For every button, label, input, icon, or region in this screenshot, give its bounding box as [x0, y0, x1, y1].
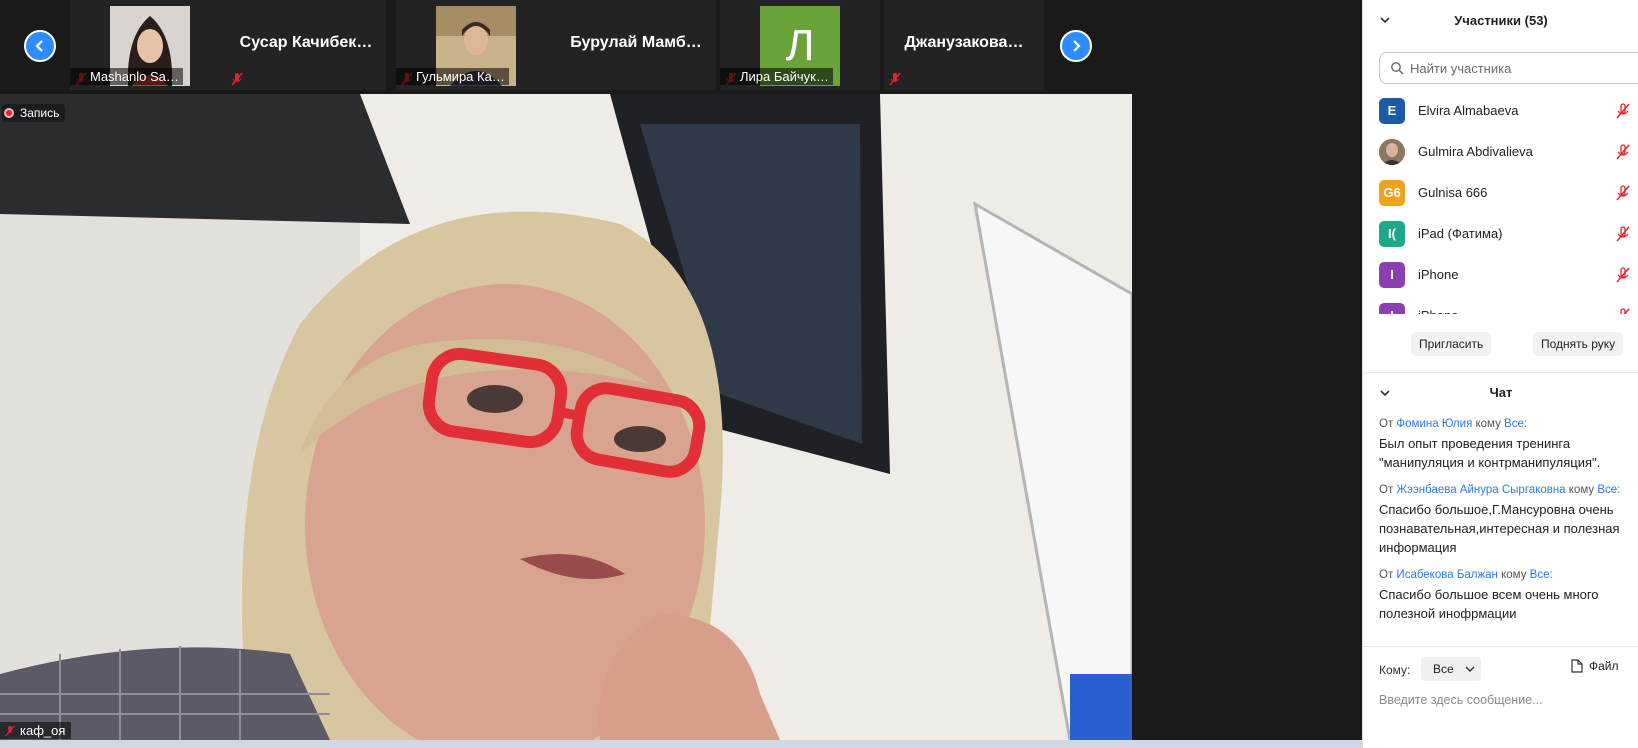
- participant-avatar: I(: [1379, 220, 1405, 247]
- muted-mic-icon[interactable]: [1615, 307, 1631, 315]
- recipient-select[interactable]: Все: [1421, 657, 1481, 681]
- chevron-down-icon: [1465, 666, 1475, 672]
- from-prefix: От: [1379, 418, 1394, 430]
- participant-name: Сусар Качибек…: [239, 34, 373, 51]
- muted-mic-icon: [5, 724, 15, 737]
- message-meta: От Исабекова Балжан кому Все:: [1379, 569, 1635, 581]
- message-sender[interactable]: Исабекова Балжан: [1396, 569, 1497, 581]
- chat-footer: Кому: Все Файл: [1363, 646, 1638, 748]
- participant-name: Лира Байчук…: [720, 68, 833, 85]
- message-recipient: Все:: [1529, 569, 1553, 581]
- from-prefix: От: [1379, 484, 1394, 496]
- participant-tile[interactable]: Mashanlo Sa…: [70, 0, 230, 90]
- participant-avatar: I: [1379, 261, 1405, 288]
- participant-row[interactable]: E Elvira Almabaeva: [1363, 90, 1638, 131]
- chevron-left-icon: [35, 40, 43, 52]
- message-text: Был опыт проведения тренинга "манипуляци…: [1379, 436, 1601, 470]
- muted-mic-icon[interactable]: [1615, 266, 1631, 283]
- participant-avatar: G6: [1379, 179, 1405, 206]
- participant-name: Gulnisa 666: [1418, 185, 1488, 200]
- muted-mic-icon[interactable]: [1615, 184, 1631, 201]
- to-prefix: кому: [1475, 418, 1501, 430]
- chat-header[interactable]: Чат: [1363, 372, 1638, 412]
- participant-name: iPad (Фатима): [1418, 226, 1503, 241]
- participant-avatar: E: [1379, 97, 1405, 124]
- speaker-name: каф_оя: [20, 723, 66, 738]
- to-label: Кому:: [1379, 663, 1411, 677]
- participant-row[interactable]: I iPhone: [1363, 295, 1638, 314]
- participant-name: Бурулай Мамб…: [570, 34, 702, 51]
- side-panel: Участники (53) E Elvira Almabaeva Gulmir…: [1362, 0, 1638, 748]
- message-text: Спасибо большое,Г.Мансуровна очень позна…: [1379, 502, 1620, 555]
- speaker-label: каф_оя: [0, 722, 72, 739]
- participant-tile[interactable]: Джанузакова…: [884, 0, 1044, 90]
- bottom-bar: [0, 740, 1362, 748]
- participant-row[interactable]: Gulmira Abdivalieva: [1363, 131, 1638, 172]
- recording-indicator: Запись: [2, 104, 66, 122]
- invite-button[interactable]: Пригласить: [1411, 332, 1492, 356]
- participant-tile[interactable]: Л Лира Байчук…: [720, 0, 880, 90]
- chat-messages: От Фомина Юлия кому Все: Был опыт провед…: [1379, 418, 1635, 635]
- message-sender[interactable]: Фомина Юлия: [1396, 418, 1472, 430]
- chat-message: От Фомина Юлия кому Все: Был опыт провед…: [1379, 418, 1635, 472]
- search-icon: [1391, 62, 1404, 75]
- participant-row[interactable]: I iPhone: [1363, 254, 1638, 295]
- chat-message: От Жээнбаева Айнура Сыргаковна кому Все:…: [1379, 484, 1635, 557]
- recording-label: Запись: [20, 106, 60, 120]
- chevron-right-icon: [1073, 40, 1081, 52]
- chevron-down-icon[interactable]: [1379, 14, 1391, 26]
- thumbnail-strip: Mashanlo Sa… Сусар Качибек… Гульмира Ка…: [0, 0, 1362, 92]
- participant-name: Elvira Almabaeva: [1418, 103, 1519, 118]
- next-page-button[interactable]: [1060, 30, 1092, 62]
- search-input[interactable]: [1410, 60, 1630, 76]
- participant-name: iPhone: [1418, 267, 1459, 282]
- participant-name: Gulmira Abdivalieva: [1418, 144, 1533, 159]
- chevron-down-icon[interactable]: [1379, 387, 1391, 399]
- file-icon: [1571, 659, 1583, 673]
- muted-mic-icon[interactable]: [1615, 143, 1631, 160]
- muted-mic-icon[interactable]: [1615, 225, 1631, 242]
- raise-hand-button[interactable]: Поднять руку: [1533, 332, 1624, 356]
- participant-row[interactable]: I( iPad (Фатима): [1363, 213, 1638, 254]
- previous-page-button[interactable]: [24, 30, 56, 62]
- file-label: Файл: [1589, 659, 1619, 673]
- participant-avatar: I: [1379, 302, 1405, 314]
- muted-mic-icon[interactable]: [1615, 102, 1631, 119]
- file-button[interactable]: Файл: [1571, 659, 1619, 673]
- active-speaker-video: [0, 94, 1132, 740]
- participant-name: Mashanlo Sa…: [70, 68, 183, 85]
- message-meta: От Жээнбаева Айнура Сыргаковна кому Все:: [1379, 484, 1635, 496]
- participant-avatar: [1379, 138, 1405, 165]
- participant-name: Джанузакова…: [904, 34, 1024, 51]
- message-meta: От Фомина Юлия кому Все:: [1379, 418, 1635, 430]
- participant-tile[interactable]: Бурулай Мамб…: [556, 0, 716, 90]
- message-recipient: Все:: [1504, 418, 1528, 430]
- message-text: Спасибо большое всем очень много полезно…: [1379, 587, 1599, 621]
- message-input[interactable]: [1379, 689, 1629, 711]
- message-sender[interactable]: Жээнбаева Айнура Сыргаковна: [1396, 484, 1565, 496]
- muted-mic-icon: [231, 72, 243, 86]
- participant-name: iPhone: [1418, 308, 1458, 314]
- participant-name: Гульмира Ка…: [396, 68, 509, 85]
- to-prefix: кому: [1568, 484, 1595, 496]
- video-area: Mashanlo Sa… Сусар Качибек… Гульмира Ка…: [0, 0, 1362, 748]
- chat-title: Чат: [1489, 385, 1513, 400]
- recipient-value: Все: [1433, 662, 1454, 676]
- participants-header[interactable]: Участники (53): [1363, 0, 1638, 40]
- to-prefix: кому: [1501, 569, 1527, 581]
- recording-icon: [4, 108, 14, 118]
- participant-row[interactable]: G6 Gulnisa 666: [1363, 172, 1638, 213]
- participant-tile[interactable]: Сусар Качибек…: [226, 0, 386, 90]
- from-prefix: От: [1379, 569, 1394, 581]
- participants-title: Участники (53): [1454, 12, 1548, 28]
- participant-list: E Elvira Almabaeva Gulmira Abdivalieva G…: [1363, 90, 1638, 314]
- muted-mic-icon: [889, 72, 901, 86]
- participant-tile[interactable]: Гульмира Ка…: [396, 0, 556, 90]
- message-recipient: Все:: [1597, 484, 1621, 496]
- participant-search[interactable]: [1379, 52, 1638, 84]
- chat-message: От Исабекова Балжан кому Все: Спасибо бо…: [1379, 569, 1635, 623]
